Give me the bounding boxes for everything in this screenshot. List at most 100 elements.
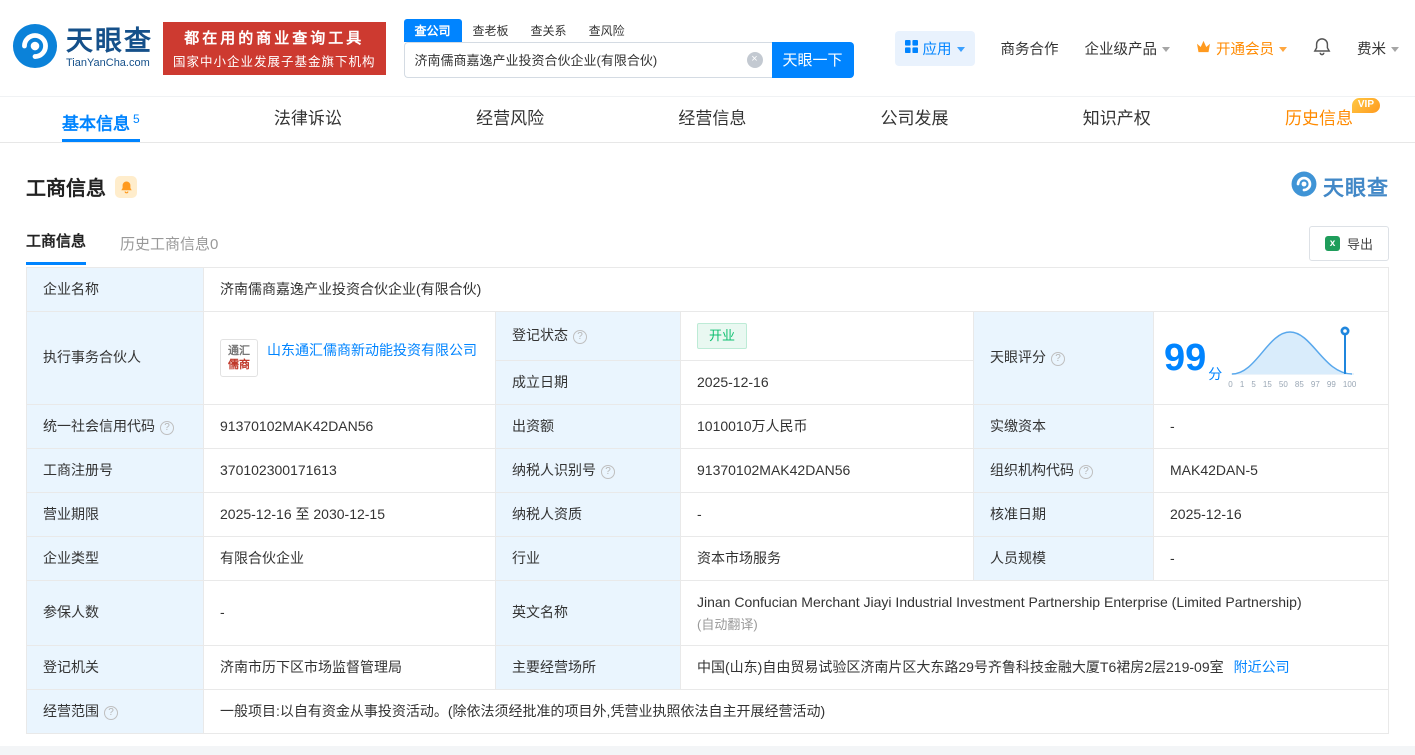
help-icon[interactable] [573, 330, 587, 345]
tab-history-info[interactable]: 历史信息 VIP [1285, 97, 1380, 142]
score-unit: 分 [1208, 366, 1223, 383]
chevron-down-icon [1279, 46, 1287, 52]
logo-name: 天眼查 [66, 25, 153, 56]
search-tab-risk[interactable]: 查风险 [578, 19, 636, 42]
help-icon[interactable] [104, 706, 118, 720]
label-approval-date: 核准日期 [973, 491, 1154, 537]
tab-legal-proceedings[interactable]: 法律诉讼 [274, 97, 342, 142]
top-nav: 应用 商务合作 企业级产品 开通会员 费米 [894, 30, 1399, 66]
tick: 1 [1239, 380, 1245, 390]
value-business-scope: 一般项目:以自有资金从事投资活动。(除依法须经批准的项目外,凭营业执照依法自主开… [203, 689, 1389, 734]
search-input[interactable] [403, 41, 772, 78]
label-taxpayer-id: 纳税人识别号 [495, 447, 681, 493]
table-row: 企业类型 有限合伙企业 行业 资本市场服务 人员规模 - [26, 535, 1389, 581]
tab-operating-risk[interactable]: 经营风险 [476, 97, 544, 142]
label-taxpayer-quality: 纳税人资质 [495, 491, 681, 537]
registration-status-label: 登记状态 [512, 327, 568, 344]
tab-intellectual-property[interactable]: 知识产权 [1083, 97, 1151, 142]
value-approval-date: 2025-12-16 [1153, 491, 1389, 537]
table-row: 工商注册号 370102300171613 纳税人识别号 91370102MAK… [26, 447, 1389, 493]
top-bar: 天眼查 TianYanCha.com 都在用的商业查询工具 国家中小企业发展子基… [0, 0, 1415, 96]
apps-grid-icon [904, 39, 918, 57]
notification-bell-button[interactable] [1313, 37, 1331, 60]
nearby-companies-link[interactable]: 附近公司 [1234, 659, 1290, 675]
table-row: 企业名称 济南儒商嘉逸产业投资合伙企业(有限合伙) [26, 267, 1389, 312]
tab-operating-info-label: 经营信息 [678, 109, 747, 128]
status-badge: 开业 [697, 323, 748, 349]
tick: 5 [1251, 380, 1256, 390]
help-icon[interactable] [601, 464, 615, 479]
apps-label: 应用 [922, 41, 952, 58]
value-paid-capital: - [1153, 403, 1389, 449]
subtab-business-info[interactable]: 工商信息 [26, 230, 87, 265]
table-row: 参保人数 - 英文名称 Jinan Confucian Merchant Jia… [26, 579, 1389, 646]
section-header: 工商信息 天眼查 [26, 171, 1389, 202]
search-tab-relation[interactable]: 查关系 [520, 19, 578, 42]
partner-logo-line2: 儒商 [228, 358, 250, 371]
tab-basic-info[interactable]: 基本信息 5 [62, 97, 140, 142]
help-icon[interactable] [1051, 352, 1065, 367]
tab-company-development[interactable]: 公司发展 [881, 97, 949, 142]
tab-history-info-label: 历史信息 [1285, 109, 1353, 128]
label-credit-code: 统一社会信用代码 [26, 403, 204, 449]
search-tab-boss[interactable]: 查老板 [462, 19, 520, 42]
label-registration-number: 工商注册号 [26, 447, 204, 493]
value-taxpayer-id: 91370102MAK42DAN56 [680, 447, 974, 493]
org-code-label: 组织机构代码 [990, 461, 1074, 478]
enterprise-products-menu[interactable]: 企业级产品 [1085, 38, 1170, 59]
label-company-name: 企业名称 [26, 267, 204, 312]
apps-menu-button[interactable]: 应用 [894, 30, 975, 66]
value-registration-authority: 济南市历下区市场监督管理局 [203, 645, 496, 690]
subtabs-row: 工商信息 历史工商信息0 导出 [26, 226, 1389, 265]
table-row: 经营范围 一般项目:以自有资金从事投资活动。(除依法须经批准的项目外,凭营业执照… [26, 689, 1389, 734]
subscribe-bell-button[interactable] [115, 175, 137, 198]
value-industry: 资本市场服务 [680, 535, 974, 581]
label-business-term: 营业期限 [26, 491, 204, 537]
section-title: 工商信息 [26, 178, 106, 200]
tianyancha-logo[interactable]: 天眼查 TianYanCha.com [12, 23, 153, 74]
value-establish-date: 2025-12-16 [680, 359, 974, 405]
table-row: 营业期限 2025-12-16 至 2030-12-15 纳税人资质 - 核准日… [26, 491, 1389, 537]
value-taxpayer-quality: - [680, 491, 974, 537]
value-company-type: 有限合伙企业 [203, 535, 496, 581]
label-industry: 行业 [495, 535, 681, 581]
excel-icon [1324, 236, 1340, 251]
search-box [403, 41, 772, 78]
credit-code-label: 统一社会信用代码 [43, 417, 155, 434]
subtab-history-business-info[interactable]: 历史工商信息0 [120, 233, 218, 265]
label-registration-authority: 登记机关 [26, 645, 204, 690]
value-tianyan-score: 99 分 0 1 5 15 50 85 97 99 100 [1153, 311, 1389, 405]
tick: 97 [1310, 380, 1320, 390]
label-registration-status: 登记状态 [495, 311, 681, 361]
clear-search-icon[interactable] [746, 51, 763, 68]
label-staff-size: 人员规模 [973, 535, 1154, 581]
business-cooperation-link[interactable]: 商务合作 [1001, 38, 1059, 59]
search-tab-company[interactable]: 查公司 [403, 18, 462, 42]
label-company-type: 企业类型 [26, 535, 204, 581]
export-button[interactable]: 导出 [1308, 226, 1389, 261]
help-icon[interactable] [160, 420, 174, 435]
search-button[interactable]: 天眼一下 [771, 41, 854, 78]
tick: 0 [1228, 380, 1233, 390]
business-address-text: 中国(山东)自由贸易试验区济南片区大东路29号齐鲁科技金融大厦T6裙房2层219… [697, 659, 1224, 675]
partner-company-link[interactable]: 山东通汇儒商新动能投资有限公司 [267, 339, 477, 361]
tick: 15 [1262, 380, 1272, 390]
tab-operating-info[interactable]: 经营信息 [678, 97, 746, 142]
value-org-code: MAK42DAN-5 [1153, 447, 1389, 493]
score-axis-ticks: 0 1 5 15 50 85 97 99 100 [1228, 379, 1356, 391]
open-membership-label: 开通会员 [1216, 41, 1274, 58]
value-company-name: 济南儒商嘉逸产业投资合伙企业(有限合伙) [203, 267, 1389, 312]
score-distribution-chart: 0 1 5 15 50 85 97 99 100 [1228, 324, 1356, 391]
user-account-menu[interactable]: 费米 [1357, 38, 1399, 59]
partner-logo: 通汇 儒商 [220, 338, 258, 377]
search-area: 查公司 查老板 查关系 查风险 天眼一下 [403, 18, 854, 78]
auto-translate-note: (自动翻译) [697, 616, 758, 632]
label-english-name: 英文名称 [495, 579, 681, 646]
tianyancha-watermark: 天眼查 [1291, 171, 1389, 202]
chevron-down-icon [956, 46, 965, 52]
value-registration-number: 370102300171613 [203, 447, 496, 493]
help-icon[interactable] [1079, 464, 1093, 479]
partner-logo-line1: 通汇 [228, 344, 250, 357]
label-establish-date: 成立日期 [495, 359, 681, 405]
open-membership-menu[interactable]: 开通会员 [1196, 38, 1287, 59]
